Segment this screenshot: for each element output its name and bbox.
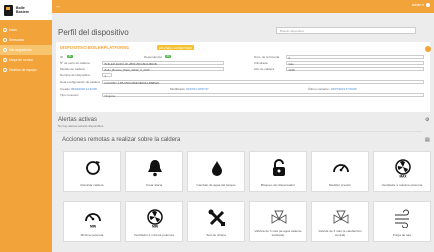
- home-icon: [3, 28, 7, 32]
- actions-print-icon[interactable]: ▤: [425, 137, 430, 143]
- field-nombre-label: Nombre del dispositivo: [60, 73, 91, 77]
- action-tile-fan-min[interactable]: MIN Ventilador a mínima potencia: [125, 201, 183, 242]
- field-dependencia-label: Dependencia: [144, 55, 162, 59]
- bell-icon: [148, 160, 162, 177]
- meta-contacto-label: Último contacto:: [308, 87, 330, 91]
- action-tile-min-power[interactable]: MIN Mínima potencia: [63, 201, 121, 242]
- back-arrow-icon[interactable]: ←: [55, 3, 62, 10]
- action-tile-restart[interactable]: Reiniciar caldera: [63, 151, 121, 192]
- field-nombre-input[interactable]: 1: [102, 72, 112, 77]
- alerts-empty-text: No hay alertas activas disponibles: [58, 124, 104, 128]
- alerts-settings-icon[interactable]: ⚙: [425, 117, 429, 123]
- tools-icon: [208, 209, 225, 226]
- sidebar-item-seguidores[interactable]: Mis seguidores: [0, 45, 52, 55]
- brand-logo: [4, 4, 13, 16]
- action-tile-valve-calefaccion[interactable]: Válvula de 3 vías (a calefacción central…: [311, 201, 369, 242]
- sidebar-item-inicio[interactable]: Inicio: [0, 25, 52, 35]
- map-icon: [3, 58, 7, 62]
- page-title: Perfil del dispositivo: [58, 28, 129, 37]
- valve-icon: [333, 210, 349, 224]
- action-tile-lock[interactable]: Bloqueo del dispensador: [249, 151, 307, 192]
- field-nota-input[interactable]: bollo5057-1-B5-0500-0B4F0B46F4-B5B5a5: [102, 79, 424, 84]
- field-nota-label: Nota configuración de caldera: [60, 80, 100, 84]
- actions-title: Acciones remotas a realizar sobre la cal…: [62, 137, 181, 143]
- action-tile-valve-acs[interactable]: Válvula de 3 vías (al agua caliente sani…: [249, 201, 307, 242]
- field-serie-label: Nº de serie de caldera: [60, 61, 90, 65]
- field-tipo-label: Tipo conexión: [60, 93, 79, 97]
- field-dependencia-value: #0: [165, 54, 171, 58]
- brand-header: Bolle Bosiere: [0, 0, 52, 20]
- sidebar-item-sensados[interactable]: Sensados: [0, 35, 52, 45]
- action-tile-water[interactable]: Cambiar de agua del tanque: [187, 151, 245, 192]
- users-icon: [3, 48, 7, 52]
- valve-icon: [271, 210, 287, 224]
- search-input[interactable]: Buscar dispositivo: [276, 27, 416, 34]
- field-tipo-select[interactable]: Ninguna: [102, 92, 424, 97]
- field-cilindrada-label: Cilindrada: [254, 61, 268, 65]
- svg-text:MAX: MAX: [399, 175, 407, 179]
- action-tile-fan-max[interactable]: MAX Ventilador a máxima potencia: [373, 151, 431, 192]
- fan-max-icon: MAX: [395, 159, 411, 179]
- sidebar: Bolle Bosiere Inicio Sensados Mis seguid…: [0, 0, 52, 252]
- action-tile-pressure[interactable]: Medidor presión: [311, 151, 369, 192]
- meta-contacto-value: 23/07/2021 17:00:05: [331, 87, 357, 91]
- action-tile-spark-test[interactable]: Test de chispa: [187, 201, 245, 242]
- device-title: DISPOSITIVO BOILERPLATFORM1: [60, 45, 130, 50]
- avatar: [426, 3, 430, 7]
- topbar: ← admin ▾: [52, 0, 434, 13]
- action-tile-air-purge[interactable]: Purga de aire: [373, 201, 431, 242]
- field-anio-input[interactable]: 2015: [286, 66, 424, 71]
- lock-icon: [273, 159, 285, 176]
- field-anio-label: Año de caldera: [254, 67, 275, 71]
- status-badge: EN LINEA • CONECTADO: [157, 45, 194, 50]
- meta-creado-label: Creado:: [60, 87, 71, 91]
- device-card: DISPOSITIVO BOILERPLATFORM1 EN LINEA • C…: [56, 42, 431, 112]
- svg-text:MIN: MIN: [90, 225, 97, 229]
- user-menu[interactable]: admin ▾: [412, 3, 430, 7]
- device-status-dot: [425, 46, 431, 52]
- field-id-label: ID: [60, 55, 63, 59]
- brand-name: Bolle Bosiere: [16, 6, 30, 14]
- field-serie-input[interactable]: BOILER-9A3F0-00-2B5F-8D3-BDA4B01B: [102, 60, 224, 65]
- sensor-icon: [3, 38, 7, 42]
- field-modelo-input[interactable]: Bollo_Bosiere_Plata_10kW_V_2015: [102, 66, 224, 71]
- settings-icon: [3, 68, 7, 72]
- field-cilindrada-input[interactable]: Gas: [286, 60, 424, 65]
- meta-modificado-label: Modificado:: [170, 87, 186, 91]
- meta-modificado-value: 01/07/21 18:57:07: [186, 87, 209, 91]
- sidebar-item-mapa[interactable]: Mapa de sensor: [0, 55, 52, 65]
- field-modelo-label: Modelo de caldera: [60, 67, 85, 71]
- gauge-min-icon: MIN: [85, 213, 101, 229]
- svg-text:MIN: MIN: [152, 225, 159, 229]
- field-id-value: #1: [67, 54, 73, 58]
- gauge-icon: [333, 164, 349, 173]
- meta-creado-value: 09/04/2020 12:32:58: [71, 87, 97, 91]
- field-boveda-input[interactable]: 0: [286, 54, 424, 59]
- fan-min-icon: MIN: [147, 209, 163, 229]
- action-tile-alert[interactable]: Crear alerta: [125, 151, 183, 192]
- main-content: Perfil del dispositivo Buscar dispositiv…: [52, 13, 434, 252]
- alerts-title: Alertas activas: [58, 117, 98, 123]
- field-boveda-label: Núm. de la bóveda: [254, 55, 280, 59]
- restart-icon: [86, 161, 100, 175]
- sidebar-item-gestion[interactable]: Gestión de equipo: [0, 65, 52, 75]
- wind-icon: [395, 209, 409, 228]
- water-drop-icon: [212, 161, 222, 176]
